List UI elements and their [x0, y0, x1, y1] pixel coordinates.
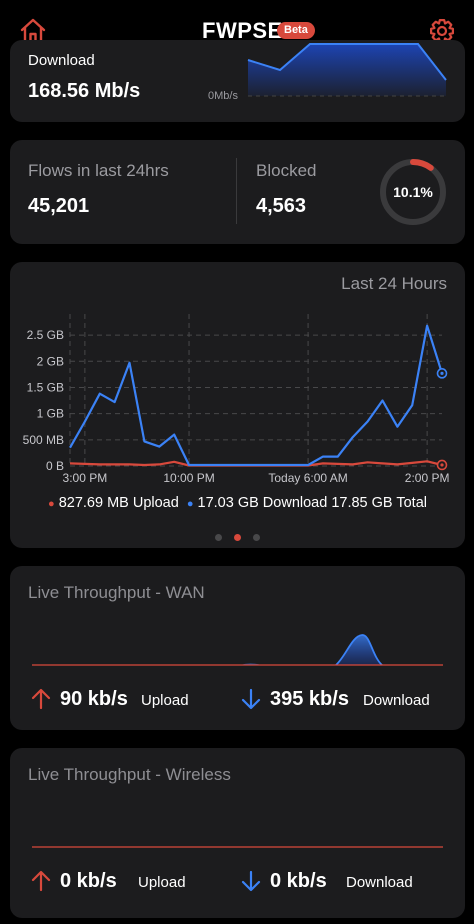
y-tick-label: 2.5 GB — [27, 328, 64, 342]
upload-arrow-icon — [31, 688, 51, 710]
x-tick-label: 2:00 PM — [405, 471, 450, 485]
blocked-value: 4,563 — [256, 195, 307, 217]
wan-card: Live Throughput - WAN 90 kb/s Upload 395… — [10, 566, 465, 730]
wan-upload-value: 90 kb/s — [60, 688, 128, 710]
flows-value: 45,201 — [28, 195, 90, 217]
y-tick-label: 0 B — [46, 459, 64, 473]
series-line-download — [69, 324, 444, 467]
wireless-download-label: Download — [346, 874, 413, 891]
download-arrow-icon — [241, 688, 261, 710]
x-tick-label: Today 6:00 AM — [268, 471, 347, 485]
wireless-download-value: 0 kb/s — [270, 870, 327, 892]
blocked-ring: 10.1% — [380, 159, 446, 225]
x-tick-label: 10:00 PM — [163, 471, 214, 485]
history-title: Last 24 Hours — [341, 274, 447, 293]
upload-arrow-icon — [31, 870, 51, 892]
download-arrow-icon — [241, 870, 261, 892]
page-dot[interactable] — [234, 534, 241, 541]
download-card: Download 168.56 Mb/s 0Mb/s — [10, 40, 465, 122]
y-tick-label: 2 GB — [37, 354, 64, 368]
download-value: 168.56 Mb/s — [28, 80, 141, 102]
wan-download-label: Download — [363, 692, 430, 709]
flows-label: Flows in last 24hrs — [28, 161, 169, 180]
beta-badge: Beta — [277, 22, 315, 39]
x-tick-label: 3:00 PM — [63, 471, 108, 485]
wan-upload-label: Upload — [141, 692, 189, 709]
blocked-label: Blocked — [256, 161, 317, 180]
flows-card: Flows in last 24hrs 45,201 Blocked 4,563… — [10, 140, 465, 244]
upload-legend: 827.69 MB Upload — [58, 495, 179, 511]
page-dot[interactable] — [253, 534, 260, 541]
history-legend: ● 827.69 MB Upload ● 17.03 GB Download 1… — [48, 495, 427, 511]
y-tick-label: 1 GB — [37, 407, 64, 421]
download-legend-dot: ● — [186, 498, 194, 510]
page-dot[interactable] — [215, 534, 222, 541]
download-label: Download — [28, 52, 95, 69]
series-end-dot — [440, 371, 444, 375]
download-axis-label: 0Mb/s — [208, 90, 238, 102]
y-tick-label: 500 MB — [23, 433, 64, 447]
upload-legend-dot: ● — [48, 498, 55, 510]
wireless-title: Live Throughput - Wireless — [28, 765, 231, 784]
wireless-card: Live Throughput - Wireless 0 kb/s Upload… — [10, 748, 465, 918]
download-legend: 17.03 GB Download — [197, 495, 328, 511]
page-dots[interactable] — [10, 528, 465, 541]
wireless-upload-value: 0 kb/s — [60, 870, 117, 892]
total-legend: 17.85 GB Total — [331, 495, 427, 511]
wan-download-value: 395 kb/s — [270, 688, 349, 710]
y-tick-label: 1.5 GB — [27, 380, 64, 394]
series-end-dot — [440, 463, 444, 467]
wireless-upload-label: Upload — [138, 874, 186, 891]
flows-divider — [236, 158, 237, 224]
wan-title: Live Throughput - WAN — [28, 583, 205, 602]
history-card[interactable]: Last 24 Hours 0 B 500 MB 1 GB 1.5 GB 2 GB 2.5… — [10, 262, 465, 548]
blocked-percent: 10.1% — [393, 184, 433, 200]
